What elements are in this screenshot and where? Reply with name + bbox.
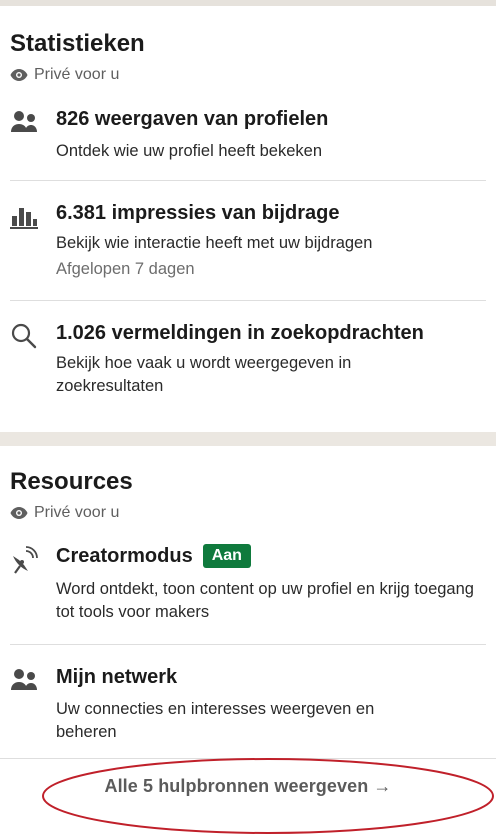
resource-description: Uw connecties en interesses weergeven en…	[56, 700, 375, 741]
bar-chart-icon	[10, 208, 38, 229]
stat-item-search-appearances[interactable]: 1.026 vermeldingen in zoekopdrachten Bek…	[10, 322, 486, 402]
stat-description: Bekijk wie interactie heeft met uw bijdr…	[56, 234, 373, 252]
stat-subtext: Afgelopen 7 dagen	[56, 260, 195, 278]
resource-description: Word ontdekt, toon content op uw profiel…	[56, 580, 474, 621]
search-icon	[11, 323, 37, 349]
section-divider	[0, 432, 496, 446]
resource-title: Mijn netwerk	[56, 666, 178, 688]
resource-item-creator-mode[interactable]: Creatormodus Aan Word ontdekt, toon cont…	[10, 544, 486, 628]
privacy-label: Privé voor u	[34, 66, 120, 83]
people-icon	[11, 111, 37, 132]
stat-item-post-impressions[interactable]: 6.381 impressies van bijdrage Bekijk wie…	[10, 202, 486, 282]
status-badge: Aan	[202, 544, 251, 568]
statistics-privacy: Privé voor u	[10, 66, 119, 84]
stat-description: Ontdek wie uw profiel heeft bekeken	[56, 142, 322, 160]
divider	[10, 300, 486, 301]
resource-title: Creatormodus Aan	[56, 544, 251, 568]
stat-title: 1.026 vermeldingen in zoekopdrachten	[56, 322, 424, 344]
statistics-title: Statistieken	[10, 30, 145, 57]
eye-icon	[10, 507, 28, 519]
satellite-dish-icon	[13, 546, 38, 574]
stat-description: Bekijk hoe vaak u wordt weergegeven in z…	[56, 354, 352, 395]
show-all-resources-link[interactable]: Alle 5 hulpbronnen weergeven →	[0, 776, 496, 797]
creator-mode-label: Creatormodus	[56, 544, 193, 567]
top-divider	[0, 0, 496, 6]
divider	[0, 758, 496, 759]
resources-privacy: Privé voor u	[10, 504, 119, 522]
stat-title: 6.381 impressies van bijdrage	[56, 202, 340, 224]
stat-title: 826 weergaven van profielen	[56, 108, 329, 130]
resources-title: Resources	[10, 468, 133, 495]
privacy-label: Privé voor u	[34, 504, 120, 521]
divider	[10, 180, 486, 181]
divider	[10, 644, 486, 645]
stat-item-profile-views[interactable]: 826 weergaven van profielen Ontdek wie u…	[10, 108, 486, 168]
eye-icon	[10, 69, 28, 81]
people-icon	[11, 669, 37, 690]
resource-item-my-network[interactable]: Mijn netwerk Uw connecties en interesses…	[10, 666, 486, 746]
